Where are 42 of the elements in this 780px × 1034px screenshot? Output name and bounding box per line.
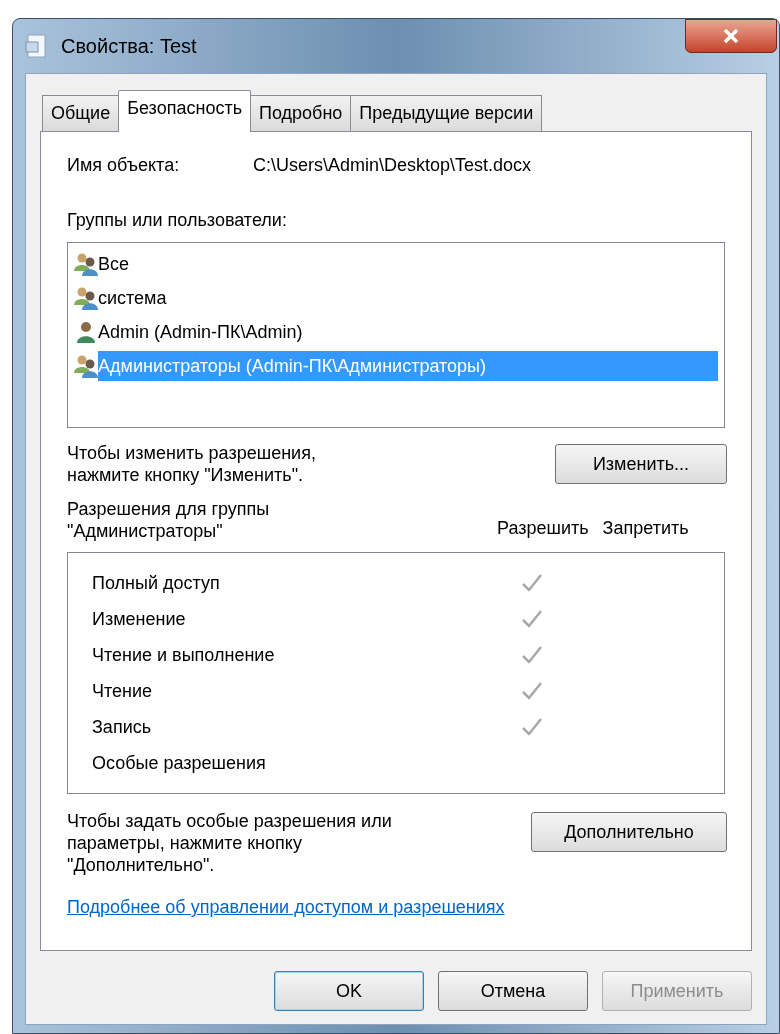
list-item-label: Администраторы (Admin-ПК\Администраторы) — [98, 351, 718, 381]
check-icon — [521, 645, 543, 665]
tab[interactable]: Предыдущие версии — [350, 95, 543, 131]
dialog-button[interactable]: OK — [274, 971, 424, 1011]
deny-header: Запретить — [602, 517, 689, 540]
check-icon — [521, 609, 543, 629]
permissions-label: Разрешения для группы "Администраторы" — [67, 498, 271, 542]
tab[interactable]: Общие — [42, 95, 120, 131]
advanced-hint: Чтобы задать особые разрешения или параметры, нажмите кнопку "Дополнительно". — [67, 810, 393, 876]
users-icon — [74, 286, 98, 310]
groups-label: Группы или пользователи: — [67, 209, 288, 232]
users-icon — [74, 252, 98, 276]
object-name-label: Имя объекта: — [67, 154, 181, 177]
permission-name: Изменение — [92, 607, 187, 631]
tab[interactable]: Подробно — [250, 95, 352, 131]
user-icon — [74, 320, 98, 344]
help-link[interactable]: Подробнее об управлении доступом и разрешениях — [67, 894, 505, 921]
close-icon — [722, 28, 740, 44]
permission-name: Запись — [92, 715, 153, 739]
list-item[interactable]: Admin (Admin-ПК\Admin) — [74, 315, 718, 349]
check-icon — [521, 573, 543, 593]
object-name-value: C:\Users\Admin\Desktop\Test.docx — [253, 154, 532, 177]
tab[interactable]: Безопасность — [118, 90, 251, 132]
list-item[interactable]: Все — [74, 247, 718, 281]
users-icon — [74, 354, 98, 378]
check-icon — [521, 681, 543, 701]
list-item-label: Admin (Admin-ПК\Admin) — [98, 321, 304, 344]
close-button[interactable] — [685, 19, 777, 53]
check-icon — [521, 717, 543, 737]
dialog-button[interactable]: Отмена — [438, 971, 588, 1011]
list-item-label: Все — [98, 253, 131, 276]
permission-name: Чтение — [92, 679, 154, 703]
permission-name: Чтение и выполнение — [92, 643, 276, 667]
permission-name: Особые разрешения — [92, 751, 267, 775]
permission-name: Полный доступ — [92, 571, 221, 595]
list-item-label: система — [98, 287, 168, 310]
list-item[interactable]: система — [74, 281, 718, 315]
allow-header: Разрешить — [497, 517, 589, 540]
advanced-button[interactable]: Дополнительно — [531, 812, 727, 852]
window-title: Свойства: Test — [61, 34, 197, 59]
change-button[interactable]: Изменить... — [555, 444, 727, 484]
change-hint: Чтобы изменить разрешения, нажмите кнопку "Изменить". — [67, 442, 317, 486]
